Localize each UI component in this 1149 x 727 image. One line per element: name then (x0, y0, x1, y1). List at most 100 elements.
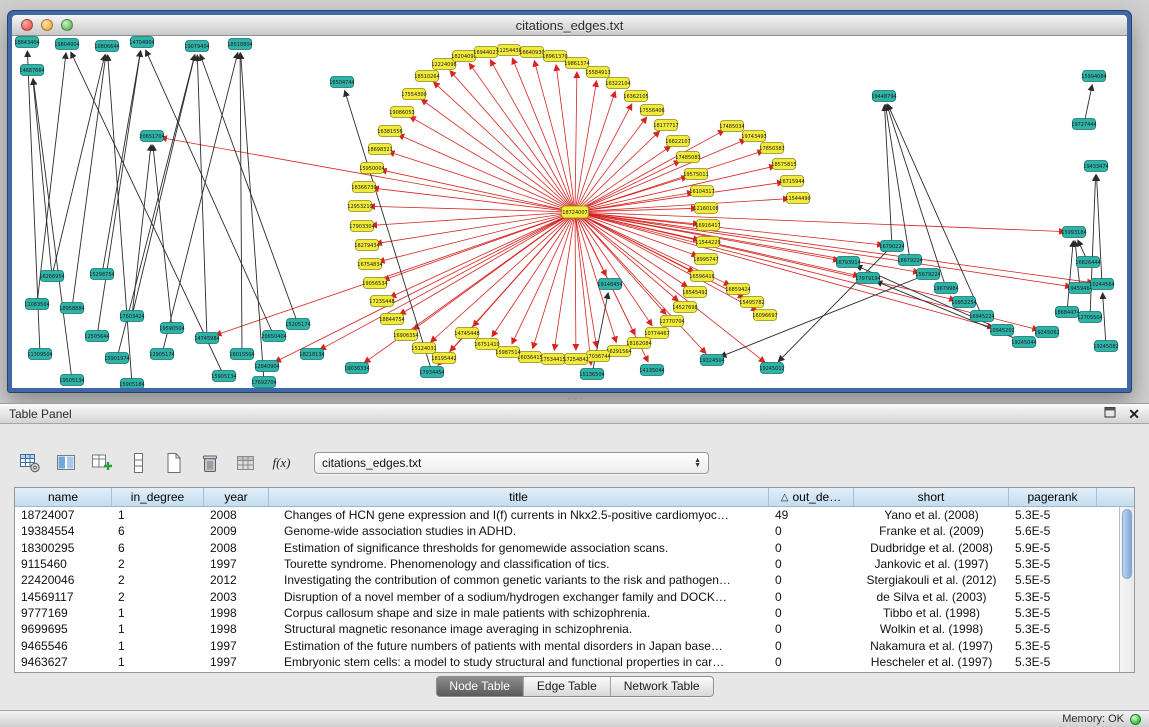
graph-node[interactable]: 20651704 (139, 131, 164, 142)
close-panel-icon[interactable]: ✕ (1128, 408, 1140, 420)
float-panel-icon[interactable] (1104, 405, 1116, 423)
table-row[interactable]: 1872400712008Changes of HCN gene express… (15, 507, 1119, 523)
citation-edge-red[interactable] (533, 212, 575, 348)
graph-node[interactable]: 15679224 (915, 269, 940, 280)
citation-edge-black[interactable] (241, 53, 264, 382)
graph-node[interactable]: 18575815 (771, 159, 796, 170)
graph-node[interactable]: 17534415 (540, 354, 565, 365)
column-header-short[interactable]: short (854, 488, 1009, 507)
graph-node[interactable]: 19575011 (683, 169, 708, 180)
column-header-year[interactable]: year (204, 488, 269, 507)
graph-node[interactable]: 19148454 (597, 279, 622, 290)
table-row[interactable]: 2242004622012Investigating the contribut… (15, 572, 1119, 588)
graph-node[interactable]: 19079404 (184, 41, 209, 52)
graph-node[interactable]: 19505134 (59, 375, 84, 386)
graph-node[interactable]: 18279434 (354, 240, 379, 251)
table-cell[interactable]: 1 (112, 606, 204, 620)
citation-edge-red[interactable] (492, 212, 575, 337)
table-cell[interactable]: Stergiakouli et al. (2012) (854, 573, 1009, 587)
graph-node[interactable]: 15993184 (1061, 227, 1086, 238)
graph-node[interactable]: 19036334 (344, 363, 369, 374)
table-cell[interactable]: 1997 (204, 557, 269, 571)
graph-node[interactable]: 16036415 (517, 352, 542, 363)
table-cell[interactable]: 1997 (204, 639, 269, 653)
citation-edge-red[interactable] (575, 92, 615, 213)
graph-node[interactable]: 15124031 (411, 343, 436, 354)
graph-node[interactable]: 11544229 (695, 237, 720, 248)
graph-node[interactable]: 16916417 (695, 220, 720, 231)
table-cell[interactable]: 2008 (204, 541, 269, 555)
citation-edge-red[interactable] (434, 82, 575, 212)
graph-node[interactable]: 18366739 (351, 182, 376, 193)
graph-node[interactable]: 10244564 (1089, 279, 1114, 290)
table-cell[interactable]: Corpus callosum shape and size in male p… (269, 606, 769, 620)
table-cell[interactable]: Franke et al. (2009) (854, 524, 1009, 538)
graph-node[interactable]: 15950004 (359, 163, 384, 174)
graph-node[interactable]: 12940904 (254, 361, 279, 372)
panel-splitter[interactable] (563, 396, 587, 401)
graph-node[interactable]: 16104317 (689, 186, 714, 197)
graph-node[interactable]: 19590504 (159, 323, 184, 334)
graph-node[interactable]: 18679224 (897, 255, 922, 266)
show-columns-icon[interactable] (52, 450, 79, 476)
table-cell[interactable]: Wolkin et al. (1998) (854, 622, 1009, 636)
table-cell[interactable]: 5.3E-5 (1009, 508, 1097, 522)
table-cell[interactable]: Tourette syndrome. Phenomenology and cla… (269, 557, 769, 571)
table-cell[interactable]: 9463627 (15, 655, 112, 669)
table-cell[interactable]: 9115460 (15, 557, 112, 571)
citation-edge-red[interactable] (320, 212, 575, 350)
graph-node[interactable]: 12705504 (1077, 312, 1102, 323)
graph-node[interactable]: 17485034 (719, 121, 744, 132)
citation-edge-black[interactable] (885, 105, 910, 260)
graph-node[interactable]: 18961370 (542, 51, 567, 62)
table-cell[interactable]: 1 (112, 622, 204, 636)
graph-node[interactable]: 12905174 (149, 349, 174, 360)
graph-node[interactable]: 18518804 (227, 39, 252, 50)
table-cell[interactable]: 14569117 (15, 590, 112, 604)
vertical-scrollbar[interactable] (1119, 507, 1134, 672)
citation-edge-black[interactable] (240, 53, 242, 354)
column-header-in_degree[interactable]: in_degree (112, 488, 204, 507)
citation-edge-red[interactable] (575, 212, 616, 342)
table-cell[interactable]: 18724007 (15, 508, 112, 522)
citation-edge-black[interactable] (1067, 241, 1073, 312)
citation-edge-black[interactable] (1103, 293, 1106, 346)
graph-node[interactable]: 18195442 (431, 353, 456, 364)
table-cell[interactable]: 22420046 (15, 573, 112, 587)
graph-node[interactable]: 16504744 (329, 77, 354, 88)
hub-node[interactable]: 18724007 (562, 206, 589, 218)
graph-node[interactable]: 16790224 (879, 241, 904, 252)
graph-node[interactable]: 16381556 (377, 126, 402, 137)
graph-node[interactable]: 10945202 (989, 325, 1014, 336)
graph-node[interactable]: 16596416 (689, 271, 714, 282)
graph-node[interactable]: 19245012 (759, 363, 784, 374)
table-cell[interactable]: Dudbridge et al. (2008) (854, 541, 1009, 555)
graph-node[interactable]: 17485083 (675, 152, 700, 163)
citation-edge-red[interactable] (371, 212, 575, 225)
graph-node[interactable]: 19679984 (933, 283, 958, 294)
graph-node[interactable]: 17036744 (585, 351, 610, 362)
graph-node[interactable]: 16859424 (725, 284, 750, 295)
graph-node[interactable]: 18844754 (379, 314, 404, 325)
table-cell[interactable]: 2 (112, 557, 204, 571)
delete-table-icon[interactable] (196, 450, 223, 476)
table-row[interactable]: 1830029562008Estimation of significance … (15, 540, 1119, 556)
new-document-icon[interactable] (160, 450, 187, 476)
graph-node[interactable]: 17850383 (759, 143, 784, 154)
table-cell[interactable]: 0 (769, 606, 854, 620)
citation-edge-black[interactable] (197, 55, 207, 338)
citation-edge-red[interactable] (575, 146, 671, 212)
graph-node[interactable]: 16751410 (474, 339, 499, 350)
graph-node[interactable]: 14745984 (194, 333, 219, 344)
table-cell[interactable]: 5.3E-5 (1009, 655, 1097, 669)
table-cell[interactable]: Hescheler et al. (1997) (854, 655, 1009, 669)
table-cell[interactable]: 0 (769, 557, 854, 571)
table-cell[interactable]: 2012 (204, 573, 269, 587)
citation-edge-red[interactable] (369, 206, 575, 212)
citation-edge-red[interactable] (512, 212, 575, 344)
graph-node[interactable]: 11254438 (496, 45, 521, 56)
table-cell[interactable]: 5.3E-5 (1009, 622, 1097, 636)
graph-node[interactable]: 19804904 (54, 39, 79, 50)
column-header-pagerank[interactable]: pagerank (1009, 488, 1097, 507)
graph-node[interactable]: 16015504 (229, 349, 254, 360)
